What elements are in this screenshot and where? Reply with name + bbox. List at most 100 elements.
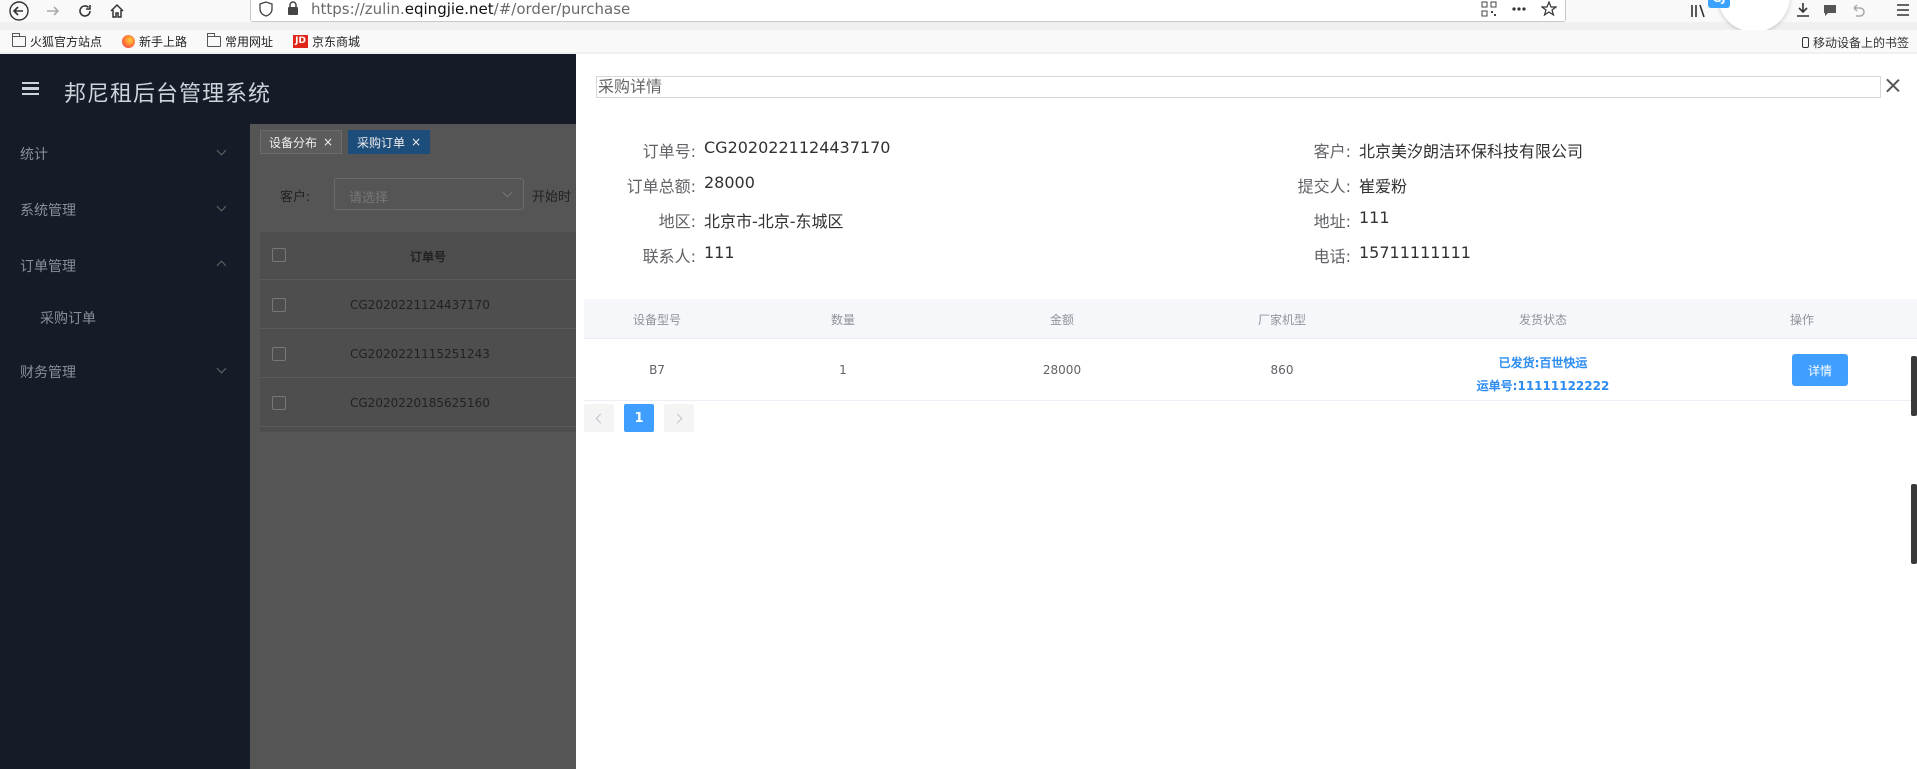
folder-icon	[207, 32, 222, 47]
maker-model-cell: 860	[1270, 363, 1294, 377]
order-no-header: 订单号	[410, 250, 447, 264]
sidebar-item-stats[interactable]: 统计	[20, 144, 48, 164]
close-icon[interactable]	[1881, 74, 1905, 98]
phone-label: 电话:	[1313, 247, 1351, 266]
order-no-cell: CG2020221115251243	[350, 347, 490, 361]
col-maker-model-header: 厂家机型	[1257, 313, 1307, 327]
tab-purchase-orders[interactable]: 采购订单 ×	[348, 130, 431, 154]
chevron-down-icon	[216, 145, 227, 156]
side-widget-handle[interactable]	[1911, 484, 1917, 564]
purchase-detail-drawer: 采购详情 订单号: CG2020221124437170 订单总额: 28000…	[576, 54, 1917, 769]
start-time-label: 开始时	[532, 190, 572, 205]
sidebar-item-purchase-orders[interactable]: 采购订单	[40, 308, 96, 328]
tab-device-distribution[interactable]: 设备分布 ×	[260, 130, 343, 154]
drawer-title: 采购详情	[596, 76, 1881, 98]
col-action-header: 操作	[1789, 313, 1815, 327]
customer-select[interactable]: 请选择	[334, 178, 524, 210]
hamburger-menu-icon[interactable]	[1896, 3, 1910, 21]
bookmark-common-sites[interactable]: 常用网址	[207, 32, 273, 50]
bookmark-firefox-official[interactable]: 火狐官方站点	[12, 32, 103, 50]
url-path: /#/order/purchase	[493, 0, 631, 18]
customer-label: 客户:	[1313, 142, 1351, 161]
url-prefix: https://zulin.	[311, 0, 405, 18]
back-icon[interactable]	[6, 0, 32, 22]
lock-icon[interactable]	[287, 1, 299, 16]
chevron-down-icon	[502, 187, 513, 198]
mobile-bookmarks-label: 移动设备上的书签	[1812, 36, 1909, 50]
mobile-bookmarks[interactable]: 移动设备上的书签	[1801, 34, 1909, 51]
address-value: 111	[1359, 208, 1390, 227]
sidebar-item-system[interactable]: 系统管理	[20, 200, 76, 220]
region-label: 地区:	[658, 212, 696, 231]
select-all-checkbox[interactable]	[272, 248, 286, 262]
shield-icon[interactable]	[259, 1, 273, 17]
chevron-down-icon	[216, 201, 227, 212]
firefox-icon	[122, 34, 136, 48]
row-checkbox[interactable]	[272, 396, 286, 410]
folder-icon	[12, 32, 26, 47]
customer-value: 北京美汐朗洁环保科技有限公司	[1359, 142, 1584, 161]
download-icon[interactable]	[1796, 2, 1810, 18]
device-table: 设备型号 数量 金额 厂家机型 发货状态 操作 B7 1 28000 860 已…	[584, 299, 1917, 401]
page-number-button[interactable]: 1	[624, 404, 654, 432]
star-icon[interactable]	[1541, 1, 1557, 17]
bookmark-getting-started[interactable]: 新手上路	[122, 33, 187, 50]
submitter-value: 崔爱粉	[1359, 177, 1408, 196]
next-page-button[interactable]	[664, 404, 694, 432]
sidebar: 统计 系统管理 订单管理 采购订单 财务管理	[0, 124, 250, 769]
bookmark-label: 新手上路	[139, 34, 188, 49]
contact-value: 111	[704, 243, 735, 262]
order-no-cell: CG2020221124437170	[350, 298, 490, 312]
url-text: https://zulin.eqingjie.net/#/order/purch…	[311, 0, 630, 18]
undo-icon[interactable]	[1850, 2, 1866, 18]
order-no-value: CG2020221124437170	[704, 138, 891, 157]
address-bar[interactable]: https://zulin.eqingjie.net/#/order/purch…	[250, 0, 1566, 22]
total-value: 28000	[704, 173, 755, 192]
jd-logo-icon: JD	[293, 34, 309, 48]
prev-page-button[interactable]	[584, 404, 614, 432]
col-quantity-header: 数量	[830, 313, 856, 327]
submitter-label: 提交人:	[1297, 177, 1351, 196]
bookmark-label: 火狐官方站点	[30, 34, 103, 49]
col-ship-status-header: 发货状态	[1518, 313, 1568, 327]
home-icon[interactable]	[104, 0, 130, 22]
qr-code-icon[interactable]	[1481, 1, 1497, 17]
chat-icon[interactable]	[1822, 2, 1838, 18]
close-icon[interactable]: ×	[411, 135, 421, 149]
app-title: 邦尼租后台管理系统	[64, 82, 272, 107]
chevron-left-icon	[595, 413, 606, 423]
tab-label: 设备分布	[269, 135, 318, 150]
ship-status-text: 已发货:百世快运	[1498, 356, 1588, 370]
browser-toolbar: https://zulin.eqingjie.net/#/order/purch…	[0, 0, 1917, 32]
url-domain: eqingjie.net	[404, 0, 494, 18]
avatar-badge: GJ	[1708, 0, 1730, 8]
pagination: 1	[584, 404, 694, 432]
detail-button[interactable]: 详情	[1792, 354, 1848, 386]
total-label: 订单总额:	[626, 177, 696, 196]
tab-label: 采购订单	[357, 135, 406, 150]
col-amount-header: 金额	[1049, 313, 1075, 327]
sidebar-item-finance[interactable]: 财务管理	[20, 362, 76, 382]
contact-label: 联系人:	[642, 247, 696, 266]
table-row: B7 1 28000 860 已发货:百世快运 运单号:11111122222 …	[584, 339, 1917, 401]
forward-icon[interactable]	[40, 0, 66, 22]
more-icon[interactable]	[1511, 1, 1527, 17]
device-table-header: 设备型号 数量 金额 厂家机型 发货状态 操作	[584, 299, 1917, 339]
bookmark-jd[interactable]: JD 京东商城	[293, 33, 360, 50]
model-cell: B7	[649, 363, 665, 377]
reload-icon[interactable]	[72, 0, 98, 22]
sidebar-item-orders[interactable]: 订单管理	[20, 256, 76, 276]
row-checkbox[interactable]	[272, 298, 286, 312]
tracking-number-text: 运单号:11111122222	[1476, 379, 1610, 393]
ship-status-cell: 已发货:百世快运 运单号:11111122222	[1477, 352, 1610, 398]
scrollbar-handle[interactable]	[1911, 356, 1917, 416]
quantity-cell: 1	[839, 363, 847, 377]
phone-icon	[1801, 37, 1809, 48]
order-no-cell: CG2020220185625160	[350, 396, 490, 410]
phone-value: 15711111111	[1359, 243, 1471, 262]
library-icon[interactable]	[1690, 3, 1708, 19]
menu-toggle-icon[interactable]	[22, 82, 39, 95]
close-icon[interactable]: ×	[323, 135, 333, 149]
customer-filter-label: 客户:	[280, 190, 311, 205]
row-checkbox[interactable]	[272, 347, 286, 361]
